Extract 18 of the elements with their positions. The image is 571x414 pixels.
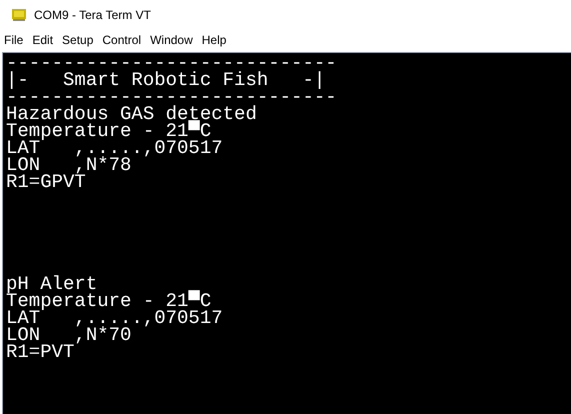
terminal-line: pH Alert: [6, 276, 98, 293]
terminal-line: LAT ,.....,070517: [6, 310, 223, 327]
menu-item[interactable]: Window: [150, 31, 193, 49]
menu-item[interactable]: Setup: [62, 31, 94, 49]
terminal-line: LON ,N*78: [6, 157, 132, 174]
terminal-line: -----------------------------: [6, 89, 337, 106]
terminal-line: |- Smart Robotic Fish -|: [6, 72, 326, 89]
menu-item[interactable]: Edit: [32, 31, 54, 49]
terminal-line: R1=GPVT: [6, 174, 86, 191]
terminal-line: -----------------------------: [6, 55, 337, 72]
terminal-line: LAT ,.....,070517: [6, 140, 223, 157]
terminal-line: R1=PVT: [6, 344, 74, 361]
window-title: COM9 - Tera Term VT: [34, 7, 151, 24]
menu-item[interactable]: File: [4, 31, 24, 49]
app-icon: [12, 9, 26, 21]
terminal-line: LON ,N*70: [6, 327, 132, 344]
menu-item[interactable]: Control: [102, 31, 142, 49]
menu-item[interactable]: Help: [202, 31, 226, 49]
